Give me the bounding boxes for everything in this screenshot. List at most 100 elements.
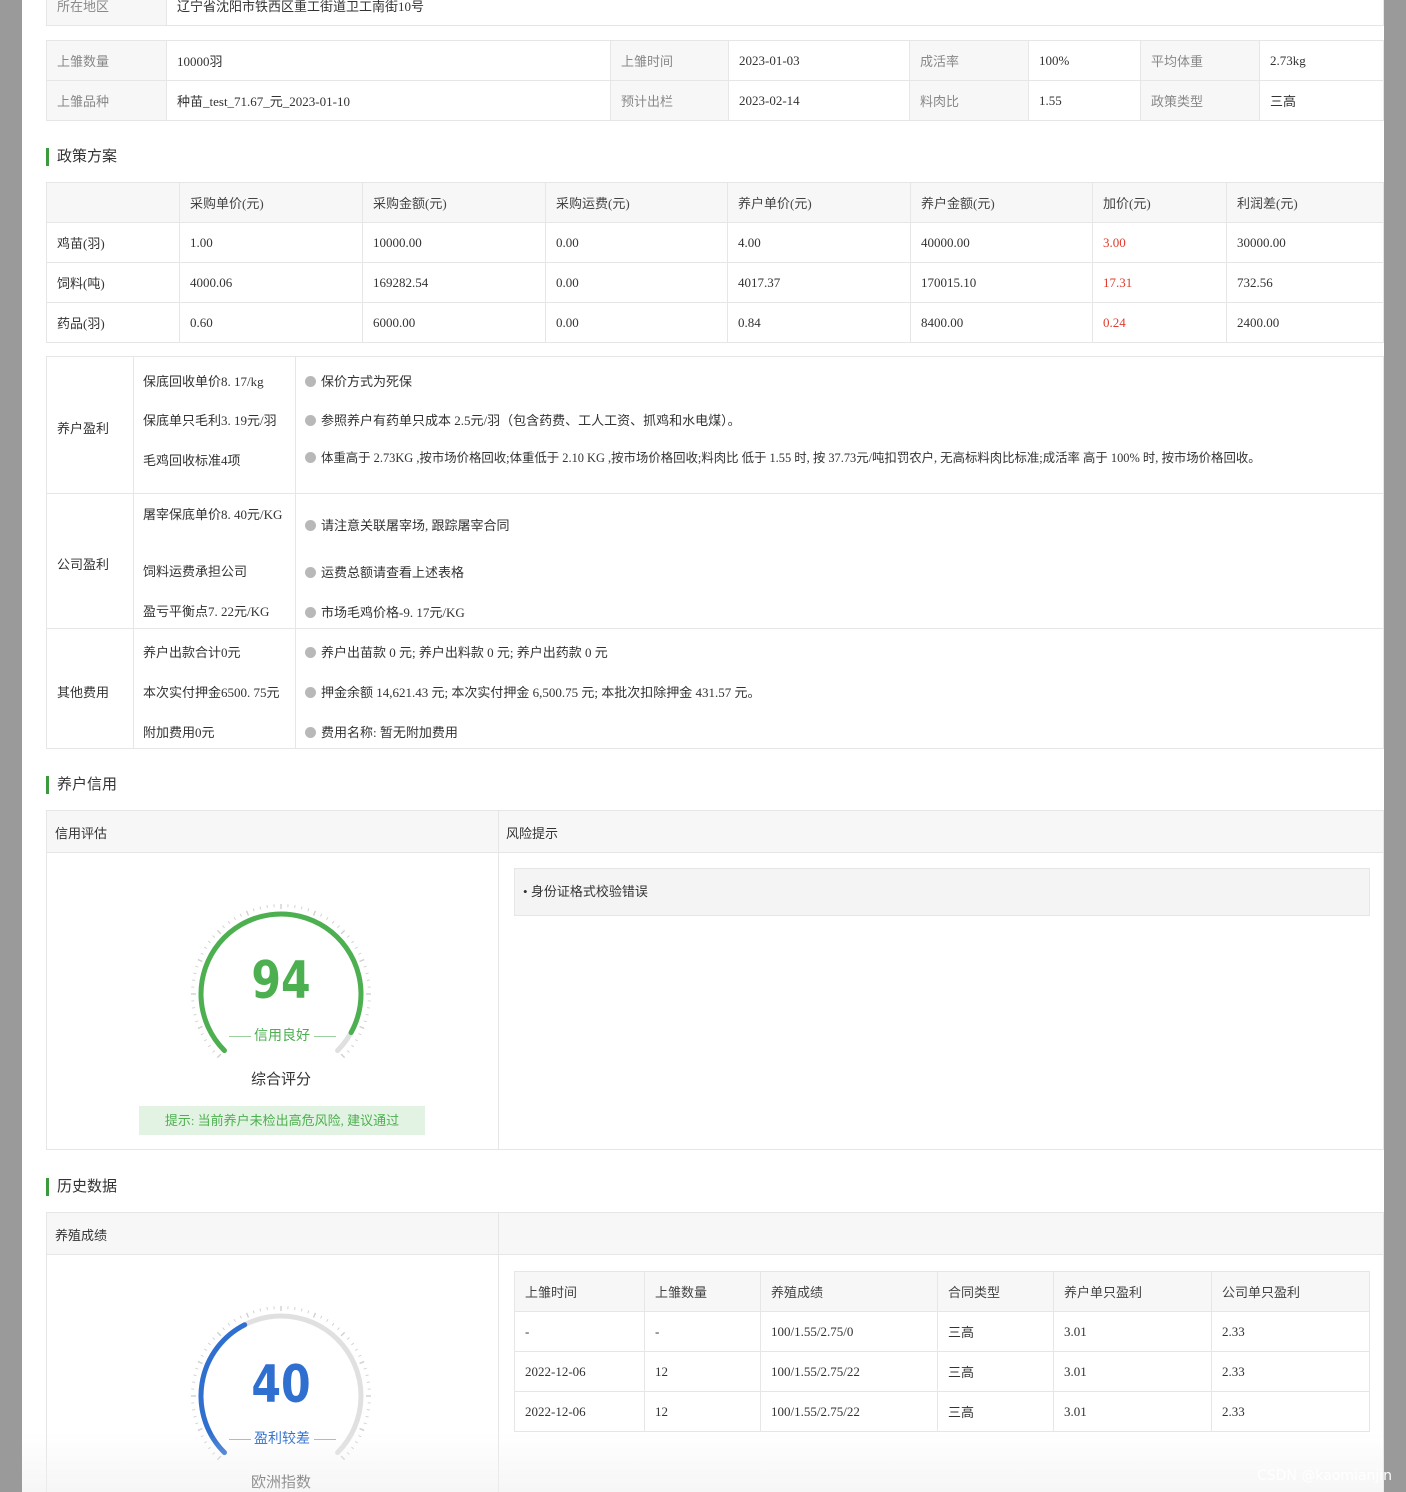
gauge-tick <box>354 1348 358 1351</box>
batch-label: 上雏数量 <box>46 40 167 81</box>
table-row: - - 100/1.55/2.75/0 三高 3.01 2.33 <box>514 1311 1370 1352</box>
gauge-tick <box>359 1427 365 1432</box>
risk-header: 风险提示 <box>506 826 559 841</box>
gauge-tick <box>320 913 323 917</box>
gauge-tick <box>197 958 203 963</box>
gauge-tick <box>212 935 216 938</box>
history-cell: 3.01 <box>1053 1311 1212 1352</box>
gauge-tick <box>359 958 365 963</box>
batch-label: 平均体重 <box>1140 40 1260 81</box>
history-cell: 2.33 <box>1211 1311 1370 1352</box>
table-row: 鸡苗(羽) 1.00 10000.00 0.00 4.00 40000.00 3… <box>46 222 1384 263</box>
gauge-tick <box>340 1331 346 1337</box>
policy-cell: 4017.37 <box>727 262 911 303</box>
gauge-tick <box>346 1337 350 1340</box>
gauge-tick <box>359 1025 365 1030</box>
gauge-tick <box>259 906 262 910</box>
credit-score-label-text: 信用良好 <box>254 1029 310 1044</box>
table-row: 药品(羽) 0.60 6000.00 0.00 0.84 8400.00 0.2… <box>46 302 1384 343</box>
gauge-tick <box>245 910 250 916</box>
gauge-tick <box>222 925 225 929</box>
profit-note: 请注意关联屠宰场, 跟踪屠宰合同 <box>321 518 510 533</box>
gauge-tick <box>233 1319 236 1323</box>
gauge-tick <box>363 965 367 968</box>
policy-header: 采购运费(元) <box>545 182 728 223</box>
gauge-tick <box>363 1367 367 1370</box>
profit-item: 养户出款合计0元 <box>143 645 241 660</box>
history-cell: 三高 <box>937 1351 1054 1392</box>
batch-value: 2023-01-03 <box>728 40 910 81</box>
markup-cell: 3.00 <box>1092 222 1227 263</box>
history-header: 上雏数量 <box>644 1271 761 1312</box>
gauge-tick <box>300 1308 303 1312</box>
info-dot-icon <box>305 647 316 658</box>
gauge-tick <box>195 1422 199 1425</box>
profit-item: 附加费用0元 <box>143 725 215 740</box>
credit-eval-header: 信用评估 <box>55 826 108 841</box>
policy-header: 养户金额(元) <box>910 182 1093 223</box>
gauge-tick <box>195 965 199 968</box>
profit-item: 屠宰保底单价8. 40元/KG <box>143 507 283 522</box>
policy-cell: 170015.10 <box>910 262 1093 303</box>
info-dot-icon <box>305 567 316 578</box>
euro-index-caption: 欧洲指数 <box>250 1475 311 1491</box>
gauge-tick <box>346 935 350 938</box>
risk-text: 身份证格式校验错误 <box>530 884 648 899</box>
history-header: 养户单只盈利 <box>1053 1271 1212 1312</box>
gauge-tick <box>337 925 340 929</box>
gauge-tick <box>216 929 222 935</box>
history-cell: 2.33 <box>1211 1351 1370 1392</box>
profit-note: 保价方式为死保 <box>321 374 413 389</box>
batch-label: 上雏时间 <box>610 40 729 81</box>
gauge-tick <box>207 940 211 944</box>
batch-label: 成活率 <box>909 40 1029 81</box>
gauge-tick <box>207 1342 211 1346</box>
gauge-tick <box>195 1020 199 1023</box>
policy-cell: 10000.00 <box>362 222 546 263</box>
policy-cell: 4000.06 <box>179 262 363 303</box>
batch-value: 10000羽 <box>166 40 611 81</box>
gauge-tick <box>358 1033 362 1036</box>
gauge-tick <box>216 1331 222 1337</box>
gauge-tick <box>193 972 197 975</box>
gauge-tick <box>200 1033 204 1036</box>
info-dot-icon <box>305 452 316 463</box>
history-cell: 100/1.55/2.75/22 <box>760 1351 938 1392</box>
euro-index-value: 40 <box>251 1355 311 1415</box>
history-cell: - <box>514 1311 645 1352</box>
gauge-tick <box>300 906 303 910</box>
gauge-tick <box>363 1020 367 1023</box>
history-header: 合同类型 <box>937 1271 1054 1312</box>
gauge-tick <box>358 1354 362 1357</box>
batch-value: 100% <box>1028 40 1141 81</box>
gauge-tick <box>207 1446 211 1450</box>
section-title-credit: 养户信用 <box>46 776 117 794</box>
gauge-tick <box>204 1039 208 1042</box>
policy-header: 加价(元) <box>1092 182 1227 223</box>
history-cell: 100/1.55/2.75/0 <box>760 1311 938 1352</box>
gauge-tick <box>340 1455 346 1461</box>
batch-value: 2023-02-14 <box>728 80 910 121</box>
batch-label: 政策类型 <box>1140 80 1260 121</box>
profit-group-name: 其他费用 <box>57 685 110 700</box>
policy-header-row: 采购单价(元) 采购金额(元) 采购运费(元) 养户单价(元) 养户金额(元) … <box>46 182 1384 223</box>
gauge-tick <box>239 1315 242 1319</box>
detail-page: 所在地区 辽宁省沈阳市铁西区重工街道卫工南街10号 上雏数量 10000羽 上雏… <box>22 0 1384 1492</box>
gauge-tick <box>204 1348 208 1351</box>
policy-cell: 1.00 <box>179 222 363 263</box>
gauge-tick <box>193 1415 197 1418</box>
gauge-tick <box>354 1441 358 1444</box>
gauge-tick <box>358 1435 362 1438</box>
markup-cell: 0.24 <box>1092 302 1227 343</box>
gauge-tick <box>252 908 255 912</box>
history-cell: 三高 <box>937 1311 1054 1352</box>
profit-group-name: 公司盈利 <box>57 557 110 572</box>
gauge-tick <box>340 1053 346 1059</box>
history-header: 公司单只盈利 <box>1211 1271 1370 1312</box>
profit-note: 养户出苗款 0 元; 养户出料款 0 元; 养户出药款 0 元 <box>321 645 608 660</box>
gauge-tick <box>307 1310 310 1314</box>
gauge-tick <box>227 1322 231 1326</box>
gauge-tick <box>252 1310 255 1314</box>
table-row: 2022-12-06 12 100/1.55/2.75/22 三高 3.01 2… <box>514 1351 1370 1392</box>
history-cell: 2022-12-06 <box>514 1391 645 1432</box>
